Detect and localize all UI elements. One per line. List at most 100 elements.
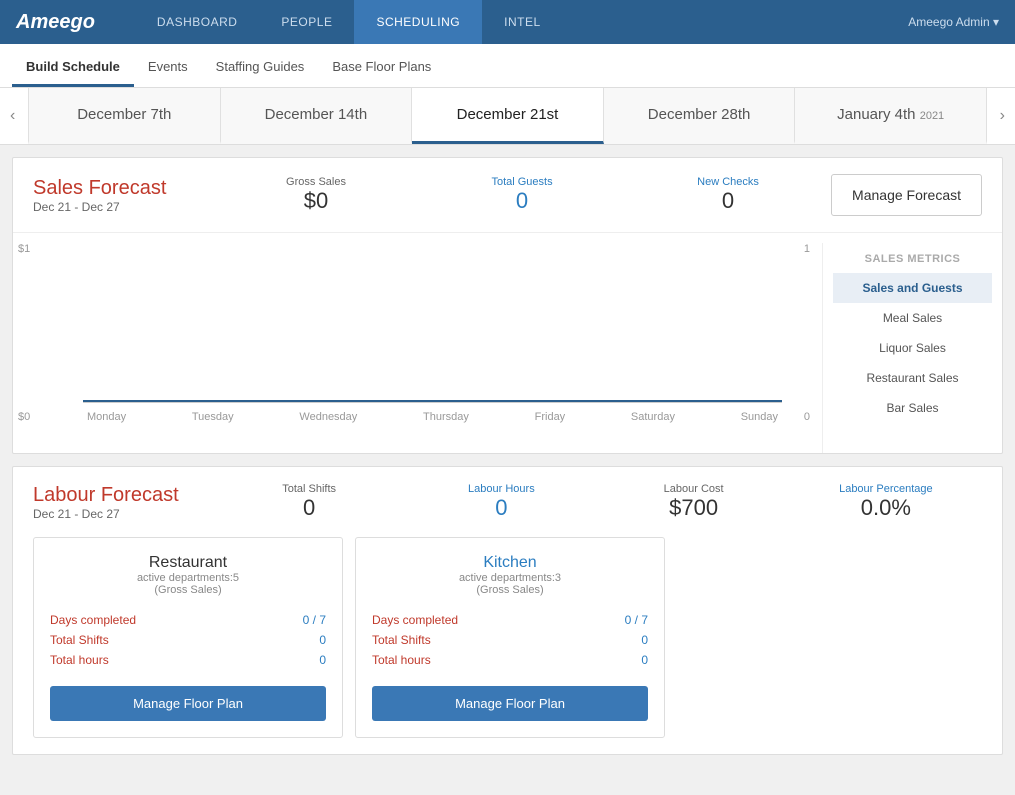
labour-hours-stat: Labour Hours 0 [405,483,597,521]
metric-sales-guests[interactable]: Sales and Guests [833,273,992,303]
subnav-staffing-guides[interactable]: Staffing Guides [202,49,319,87]
user-menu[interactable]: Ameego Admin ▾ [908,15,999,29]
total-shifts-value: 0 [213,495,405,521]
chart-right-panel: Sales Metrics Sales and Guests Meal Sale… [822,243,1002,453]
total-guests-stat: Total Guests 0 [419,176,625,214]
dept-kitchen-shifts-val: 0 [641,633,648,647]
sales-forecast-title: Sales Forecast Dec 21 - Dec 27 [33,177,213,214]
y-label-bottom: $0 [18,411,30,423]
dept-kitchen-active: active departments:3 [372,572,648,584]
nav-people[interactable]: People [259,0,354,44]
dept-card-restaurant: Restaurant active departments:5 (Gross S… [33,537,343,738]
metric-meal-sales[interactable]: Meal Sales [833,303,992,333]
sales-forecast-heading: Sales Forecast [33,177,213,200]
dept-cards: Restaurant active departments:5 (Gross S… [33,537,982,738]
week-next-button[interactable]: › [992,99,1013,133]
labour-pct-stat: Labour Percentage 0.0% [790,483,982,521]
manage-floor-plan-restaurant-button[interactable]: Manage Floor Plan [50,686,326,721]
labour-hours-label: Labour Hours [405,483,597,495]
dept-restaurant-stats: Days completed 0 / 7 Total Shifts 0 Tota… [50,610,326,670]
labour-hours-value: 0 [405,495,597,521]
dept-card-kitchen: Kitchen active departments:3 (Gross Sale… [355,537,665,738]
sales-forecast-header: Sales Forecast Dec 21 - Dec 27 Gross Sal… [13,158,1002,233]
dept-kitchen-days-label: Days completed [372,613,458,627]
dept-kitchen-shifts-row: Total Shifts 0 [372,630,648,650]
dept-kitchen-days-row: Days completed 0 / 7 [372,610,648,630]
week-prev-button[interactable]: ‹ [2,99,23,133]
dept-kitchen-days-val: 0 / 7 [625,613,648,627]
dept-restaurant-header: Restaurant active departments:5 (Gross S… [50,554,326,596]
sub-nav: Build Schedule Events Staffing Guides Ba… [0,44,1015,88]
y-right-top: 1 [804,243,810,255]
x-label-thu: Thursday [423,411,469,423]
dept-restaurant-shifts-val: 0 [319,633,326,647]
gross-sales-value: $0 [213,188,419,214]
metrics-title: Sales Metrics [833,253,992,265]
week-tab-4[interactable]: January 4th 2021 [795,88,987,144]
week-tabs-inner: December 7th December 14th December 21st… [28,88,987,144]
dept-restaurant-gross: (Gross Sales) [50,584,326,596]
dept-kitchen-gross: (Gross Sales) [372,584,648,596]
dept-restaurant-name: Restaurant [50,554,326,572]
nav-scheduling[interactable]: Scheduling [354,0,482,44]
labour-heading: Labour Forecast [33,484,213,507]
week-tab-0[interactable]: December 7th [28,88,221,144]
chart-area: $1 $0 1 0 Monday Tuesday Wednesday Thurs… [13,233,1002,453]
manage-floor-plan-kitchen-button[interactable]: Manage Floor Plan [372,686,648,721]
x-label-fri: Friday [535,411,566,423]
dept-restaurant-days-val: 0 / 7 [303,613,326,627]
metric-liquor-sales[interactable]: Liquor Sales [833,333,992,363]
metric-restaurant-sales[interactable]: Restaurant Sales [833,363,992,393]
labour-pct-label: Labour Percentage [790,483,982,495]
gross-sales-stat: Gross Sales $0 [213,176,419,214]
labour-header: Labour Forecast Dec 21 - Dec 27 Total Sh… [33,483,982,521]
chart-canvas [83,243,782,403]
labour-cost-label: Labour Cost [598,483,790,495]
week-tab-1[interactable]: December 14th [221,88,413,144]
dept-restaurant-hours-label: Total hours [50,653,109,667]
app-logo: Ameego [16,11,95,34]
metric-bar-sales[interactable]: Bar Sales [833,393,992,423]
chart-y-labels-right: 1 0 [804,243,810,423]
week-tab-2[interactable]: December 21st [412,88,604,144]
dept-kitchen-name: Kitchen [372,554,648,572]
dept-restaurant-hours-row: Total hours 0 [50,650,326,670]
labour-cost-value: $700 [598,495,790,521]
forecast-stats: Gross Sales $0 Total Guests 0 New Checks… [213,176,831,214]
new-checks-value: 0 [625,188,831,214]
week-tab-3[interactable]: December 28th [604,88,796,144]
sales-forecast-date: Dec 21 - Dec 27 [33,200,213,214]
x-label-wed: Wednesday [299,411,357,423]
dept-kitchen-hours-val: 0 [641,653,648,667]
y-label-top: $1 [18,243,30,255]
manage-forecast-button[interactable]: Manage Forecast [831,174,982,216]
total-shifts-label: Total Shifts [213,483,405,495]
subnav-events[interactable]: Events [134,49,202,87]
sales-forecast-section: Sales Forecast Dec 21 - Dec 27 Gross Sal… [12,157,1003,454]
labour-cost-stat: Labour Cost $700 [598,483,790,521]
labour-date: Dec 21 - Dec 27 [33,507,213,521]
main-content: Sales Forecast Dec 21 - Dec 27 Gross Sal… [0,157,1015,755]
dept-restaurant-shifts-row: Total Shifts 0 [50,630,326,650]
nav-dashboard[interactable]: Dashboard [135,0,260,44]
chart-line [83,400,782,402]
labour-section: Labour Forecast Dec 21 - Dec 27 Total Sh… [12,466,1003,755]
nav-intel[interactable]: Intel [482,0,563,44]
subnav-build-schedule[interactable]: Build Schedule [12,49,134,87]
y-right-bottom: 0 [804,411,810,423]
new-checks-label: New Checks [625,176,831,188]
chart-left: $1 $0 1 0 Monday Tuesday Wednesday Thurs… [13,243,822,453]
subnav-base-floor-plans[interactable]: Base Floor Plans [318,49,445,87]
dept-kitchen-hours-row: Total hours 0 [372,650,648,670]
week-tabs: ‹ December 7th December 14th December 21… [0,88,1015,145]
dept-restaurant-active: active departments:5 [50,572,326,584]
dept-kitchen-hours-label: Total hours [372,653,431,667]
dept-restaurant-days-label: Days completed [50,613,136,627]
dept-restaurant-hours-val: 0 [319,653,326,667]
dept-kitchen-shifts-label: Total Shifts [372,633,431,647]
chart-y-labels-left: $1 $0 [18,243,30,423]
total-guests-label: Total Guests [419,176,625,188]
labour-title: Labour Forecast Dec 21 - Dec 27 [33,484,213,521]
nav-links: Dashboard People Scheduling Intel [135,0,908,44]
labour-stats: Total Shifts 0 Labour Hours 0 Labour Cos… [213,483,982,521]
